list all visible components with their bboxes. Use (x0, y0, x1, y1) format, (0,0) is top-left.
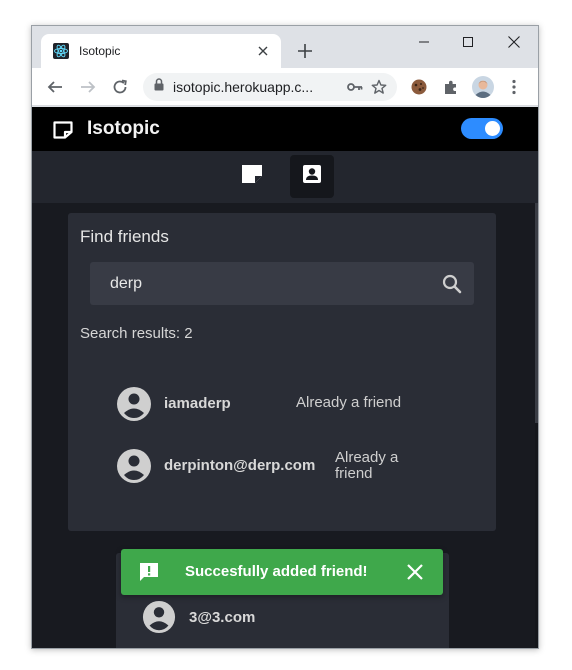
minimize-icon[interactable] (409, 32, 439, 52)
browser-window: Isotopic isotopic.herokuapp.c... Isotopi… (31, 25, 539, 649)
reload-icon[interactable] (109, 76, 131, 98)
close-icon[interactable] (404, 561, 426, 583)
app-nav (32, 151, 538, 203)
profile-avatar-icon[interactable] (472, 76, 494, 98)
result-name[interactable]: derpinton@derp.com (164, 457, 315, 474)
result-status: Already a friend (335, 449, 399, 482)
new-tab-button[interactable] (294, 40, 316, 62)
account-circle-icon (116, 448, 152, 484)
account-circle-icon (116, 386, 152, 422)
forward-arrow-icon[interactable] (77, 76, 99, 98)
toggle-knob (485, 121, 500, 136)
browser-toolbar: isotopic.herokuapp.c... (32, 68, 538, 106)
lock-icon (154, 78, 164, 96)
contact-card-icon (302, 164, 322, 189)
tab-title: Isotopic (79, 44, 121, 58)
search-input[interactable] (90, 262, 430, 305)
maximize-icon[interactable] (453, 32, 483, 52)
tab-notes[interactable] (230, 155, 274, 198)
search-results-count: Search results: 2 (80, 325, 193, 342)
friend-list-item: 3@3.com (142, 600, 402, 636)
star-icon[interactable] (369, 77, 389, 97)
app-title: Isotopic (87, 118, 160, 139)
app-bar: Isotopic (32, 107, 538, 151)
search-result-row: iamaderp Already a friend (116, 384, 456, 424)
web-page: Isotopic Find friends derp Search result… (32, 107, 538, 648)
search-box (90, 262, 474, 305)
scrollbar-thumb[interactable] (535, 203, 538, 423)
puzzle-extensions-icon[interactable] (440, 76, 462, 98)
feedback-icon (138, 561, 160, 583)
result-status: Already a friend (296, 394, 402, 411)
find-friends-title: Find friends (80, 227, 169, 246)
search-icon[interactable] (440, 272, 464, 296)
close-tab-icon[interactable] (255, 43, 271, 59)
search-result-row: derpinton@derp.com Already a friend (116, 446, 456, 486)
address-bar[interactable]: isotopic.herokuapp.c... (143, 73, 397, 101)
result-name[interactable]: iamaderp (164, 395, 231, 412)
url-text: isotopic.herokuapp.c... (173, 79, 314, 95)
account-circle-icon (142, 600, 176, 634)
browser-tab[interactable]: Isotopic (41, 34, 281, 68)
tab-friends[interactable] (290, 155, 334, 198)
page-scrollbar[interactable] (535, 203, 538, 648)
friend-name[interactable]: 3@3.com (189, 609, 255, 626)
find-friends-card: Find friends Search results: 2 iamaderp … (68, 213, 496, 531)
note-logo-icon (53, 121, 73, 139)
tab-strip: Isotopic (32, 26, 538, 68)
back-arrow-icon[interactable] (44, 76, 66, 98)
success-snackbar: Succesfully added friend! (121, 549, 443, 595)
menu-dots-icon[interactable] (503, 76, 525, 98)
dark-mode-toggle[interactable] (461, 118, 503, 139)
react-logo-icon (53, 43, 69, 59)
close-window-icon[interactable] (499, 32, 529, 52)
snackbar-message: Succesfully added friend! (185, 563, 368, 580)
note-icon (241, 164, 263, 189)
cookie-extension-icon[interactable] (408, 76, 430, 98)
key-icon[interactable] (345, 77, 365, 97)
